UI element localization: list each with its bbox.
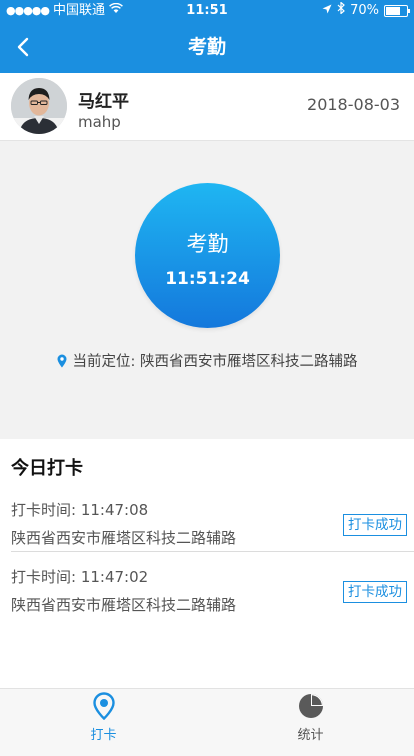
- bluetooth-icon: [337, 0, 345, 22]
- status-badge: 打卡成功: [343, 514, 407, 536]
- status-badge: 打卡成功: [343, 581, 407, 603]
- punch-button[interactable]: 考勤 11:51:24: [135, 183, 280, 328]
- status-bar: ●●●●● 中国联通 11:51 70%: [0, 0, 414, 22]
- battery-level: [386, 7, 400, 15]
- chevron-left-icon: [17, 37, 29, 57]
- record-time: 打卡时间: 11:47:08: [11, 501, 149, 519]
- tab-clock-in[interactable]: 打卡: [0, 689, 207, 756]
- tab-statistics[interactable]: 统计: [207, 689, 414, 756]
- location-pin-icon: [93, 692, 115, 720]
- punch-label: 考勤: [186, 232, 229, 256]
- tab-label: 统计: [297, 728, 324, 743]
- punch-time: 11:51:24: [165, 269, 250, 289]
- tab-label: 打卡: [90, 728, 117, 743]
- current-location: 当前定位: 陕西省西安市雁塔区科技二路辅路: [0, 350, 414, 371]
- user-id: mahp: [78, 113, 121, 131]
- location-text: 当前定位: 陕西省西安市雁塔区科技二路辅路: [72, 354, 358, 370]
- current-date: 2018-08-03: [307, 95, 400, 114]
- location-pin-icon: [57, 354, 66, 367]
- record-address: 陕西省西安市雁塔区科技二路辅路: [11, 529, 237, 547]
- status-right: 70%: [322, 0, 410, 22]
- avatar-photo: [11, 78, 67, 134]
- record-time: 打卡时间: 11:47:02: [11, 568, 149, 586]
- tab-bar: 打卡 统计: [0, 688, 414, 756]
- punch-panel: 考勤 11:51:24 当前定位: 陕西省西安市雁塔区科技二路辅路: [0, 141, 414, 439]
- record-address: 陕西省西安市雁塔区科技二路辅路: [11, 596, 237, 614]
- nav-bar: 考勤: [0, 22, 414, 73]
- record-item: 打卡时间: 11:47:08 陕西省西安市雁塔区科技二路辅路 打卡成功: [0, 499, 414, 559]
- pie-chart-icon: [299, 694, 323, 718]
- avatar[interactable]: [11, 78, 67, 134]
- record-divider: [11, 551, 414, 552]
- top-bar: ●●●●● 中国联通 11:51 70% 考勤: [0, 0, 414, 73]
- today-section-title: 今日打卡: [11, 458, 83, 479]
- battery-icon: [384, 5, 410, 17]
- record-item: 打卡时间: 11:47:02 陕西省西安市雁塔区科技二路辅路 打卡成功: [0, 566, 414, 626]
- user-info-row: 马红平 mahp 2018-08-03: [0, 73, 414, 141]
- user-name: 马红平: [78, 92, 129, 112]
- location-arrow-icon: [322, 0, 332, 22]
- page-title: 考勤: [187, 36, 226, 58]
- back-button[interactable]: [8, 32, 38, 62]
- battery-percent: 70%: [350, 3, 379, 18]
